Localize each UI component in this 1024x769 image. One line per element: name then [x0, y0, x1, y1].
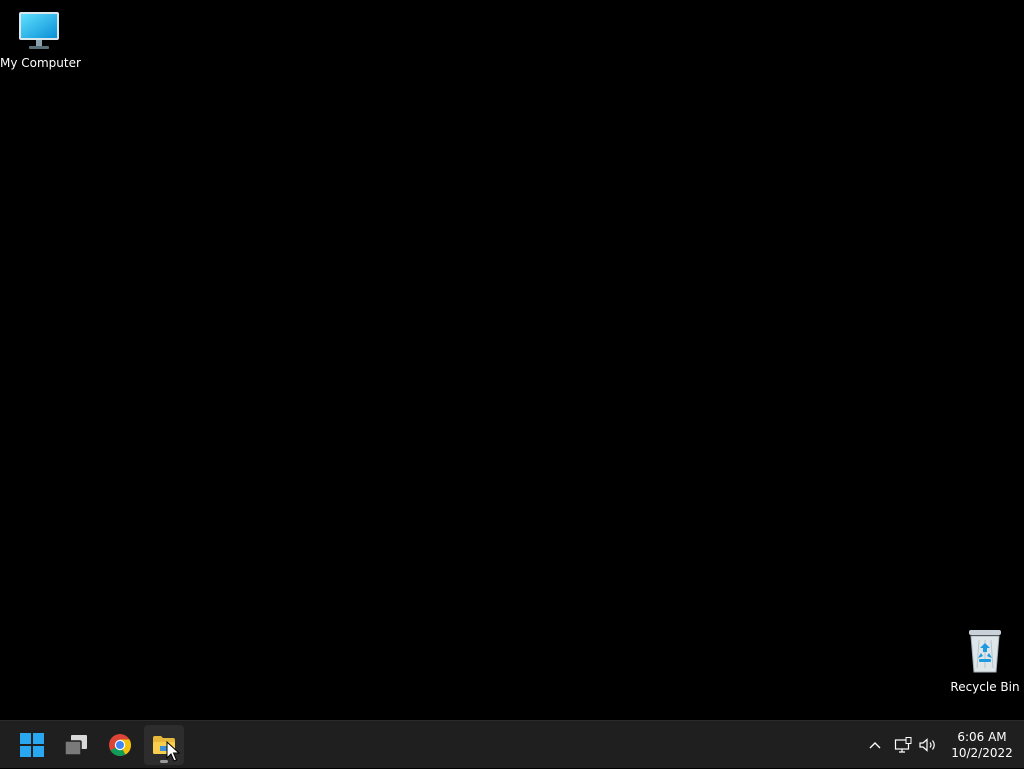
- clock-time: 6:06 AM: [957, 730, 1007, 744]
- chevron-up-icon: [869, 742, 881, 749]
- clock-date: 10/2/2022: [951, 746, 1013, 760]
- desktop-icon-my-computer[interactable]: My Computer: [0, 8, 81, 70]
- volume-button[interactable]: [916, 721, 940, 769]
- task-view-icon: [64, 735, 87, 756]
- windows-logo-icon: [20, 733, 44, 757]
- mouse-cursor-icon: [166, 741, 180, 762]
- desktop-icon-recycle-bin[interactable]: Recycle Bin: [946, 626, 1024, 694]
- show-hidden-icons-button[interactable]: [864, 721, 886, 769]
- recycle-bin-icon: [965, 628, 1005, 674]
- network-button[interactable]: [892, 721, 914, 769]
- start-button[interactable]: [12, 725, 52, 765]
- desktop-icon-label: My Computer: [0, 56, 81, 70]
- task-view-button[interactable]: [56, 725, 96, 765]
- network-icon: [894, 737, 912, 753]
- clock[interactable]: 6:06 AM 10/2/2022: [946, 729, 1018, 761]
- chrome-button[interactable]: [100, 725, 140, 765]
- monitor-icon: [17, 10, 61, 52]
- chrome-icon: [109, 734, 131, 756]
- taskbar: 6:06 AM 10/2/2022: [0, 720, 1024, 768]
- desktop-icon-label: Recycle Bin: [950, 680, 1020, 694]
- volume-icon: [919, 738, 935, 752]
